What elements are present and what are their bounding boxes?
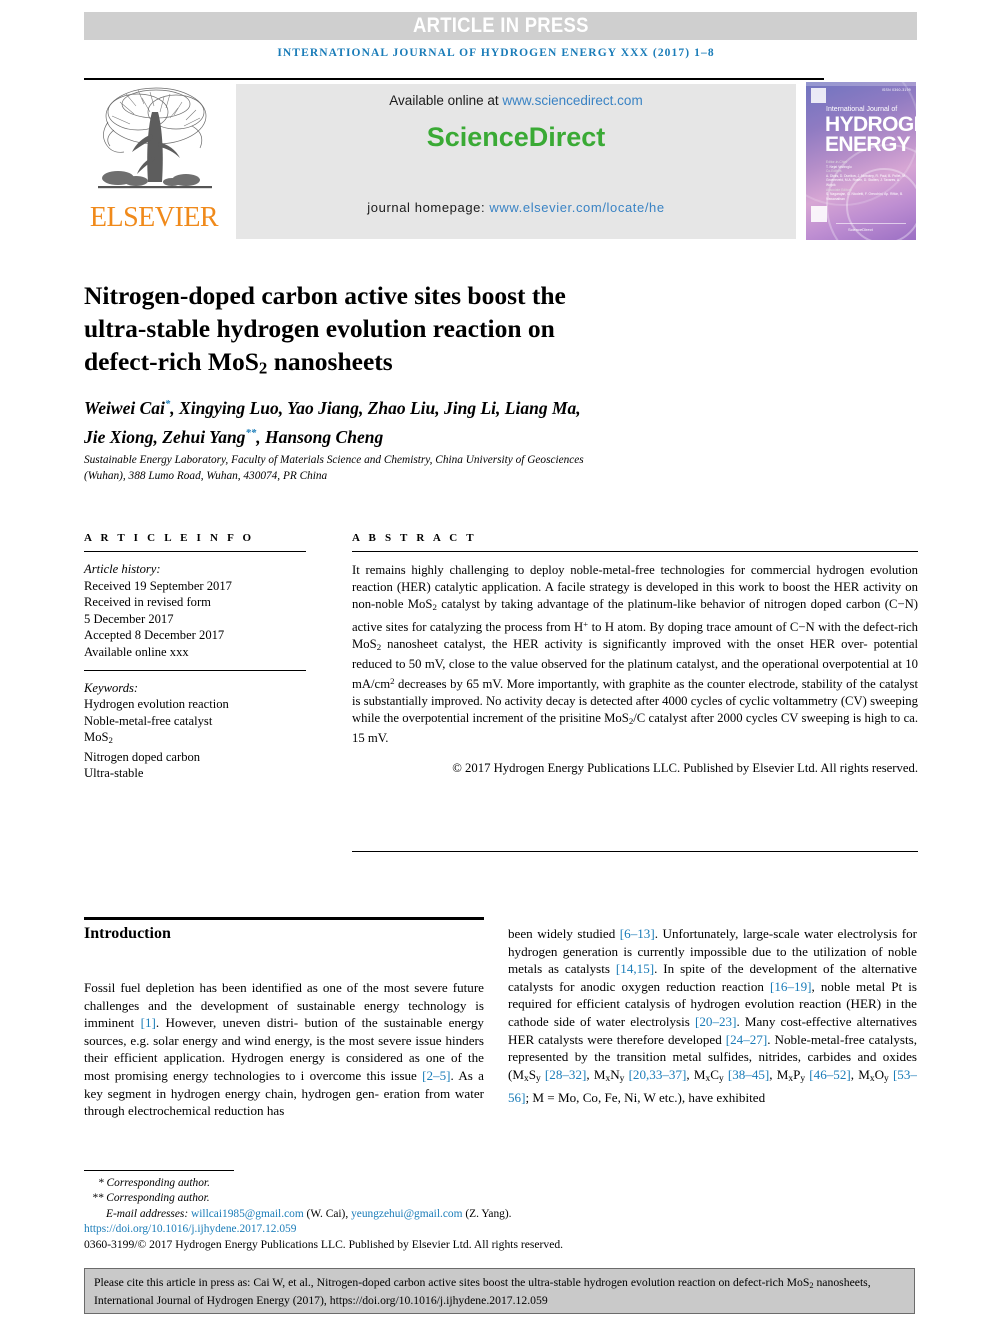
article-history-item: Received in revised form: [84, 595, 211, 610]
email-addresses-line: E-mail addresses: willcai1985@gmail.com …: [84, 1207, 704, 1222]
keyword-item: MoS2: [84, 730, 113, 746]
available-online-line: Available online at www.sciencedirect.co…: [236, 93, 796, 108]
article-history-item: 5 December 2017: [84, 611, 174, 626]
issn-copyright-line: 0360-3199/© 2017 Hydrogen Energy Publica…: [84, 1238, 564, 1252]
cover-top-bar: [806, 82, 916, 86]
cover-publisher-badge-icon: [811, 206, 827, 222]
cover-title-energy: ENERGY: [825, 133, 911, 156]
journal-running-head: INTERNATIONAL JOURNAL OF HYDROGEN ENERGY…: [277, 47, 715, 59]
corresponding-marker: **: [245, 426, 257, 439]
citation-ref[interactable]: [2–5]: [422, 1068, 450, 1083]
citation-ref[interactable]: [24–27]: [726, 1032, 767, 1047]
article-info-column: A R T I C L E I N F O Article history: R…: [84, 532, 306, 782]
abstract-rule: [352, 551, 918, 552]
keyword-subscript: 2: [108, 735, 113, 746]
author-list: Weiwei Cai*, Xingying Luo, Yao Jiang, Zh…: [84, 397, 581, 447]
cite-this-article-box: Please cite this article in press as: Ca…: [84, 1268, 915, 1314]
affiliation-line-2: (Wuhan), 388 Lumo Road, Wuhan, 430074, P…: [84, 470, 328, 482]
title-subscript: 2: [258, 358, 268, 378]
email-addresses-label: E-mail addresses:: [106, 1207, 189, 1220]
cover-journal-prefix: International Journal of: [826, 106, 898, 113]
citation-ref[interactable]: [1]: [141, 1015, 156, 1030]
article-info-rule: [84, 551, 306, 552]
corresponding-marker: *: [164, 398, 171, 410]
abstract-column: A B S T R A C T It remains highly challe…: [352, 532, 918, 777]
introduction-heading: Introduction: [84, 925, 171, 942]
introduction-right-column: been widely studied [6–13]. Unfortunatel…: [508, 926, 918, 1105]
cover-editor-label-2: Co-Editors: [826, 169, 842, 174]
email-owner-1: (W. Cai),: [306, 1207, 349, 1220]
journal-homepage-line: journal homepage: www.elsevier.com/locat…: [236, 200, 796, 215]
cover-bottom-rule: [836, 223, 906, 224]
citation-ref[interactable]: [46–52]: [809, 1067, 850, 1082]
elsevier-logo: ELSEVIER: [84, 82, 224, 242]
keywords-label: Keywords:: [84, 680, 139, 695]
keyword-item: Ultra-stable: [84, 766, 144, 781]
citation-ref[interactable]: [20,33–37]: [629, 1067, 687, 1082]
cover-editor-value-2: A. Dicks, D. Dunikov, J. Nowotny, R. Pau…: [826, 173, 906, 187]
affiliation-line-1: Sustainable Energy Laboratory, Faculty o…: [84, 454, 584, 466]
email-link-1[interactable]: willcai1985@gmail.com: [191, 1208, 304, 1220]
corresponding-author-note-1: * Corresponding author.: [98, 1177, 210, 1189]
citation-ref[interactable]: [16–19]: [770, 979, 811, 994]
sciencedirect-wordmark: ScienceDirect: [426, 122, 606, 152]
article-history-item: Accepted 8 December 2017: [84, 628, 225, 643]
elsevier-tree-icon: [90, 82, 218, 204]
doi-link[interactable]: https://doi.org/10.1016/j.ijhydene.2017.…: [84, 1222, 704, 1237]
keyword-item: Noble-metal-free catalyst: [84, 713, 213, 728]
article-info-heading: A R T I C L E I N F O: [84, 532, 255, 544]
affiliation: Sustainable Energy Laboratory, Faculty o…: [84, 452, 774, 484]
article-in-press-banner: ARTICLE IN PRESS: [84, 12, 917, 40]
cover-imprint: ScienceDirect: [848, 227, 873, 232]
keywords-block: Keywords: Hydrogen evolution reaction No…: [84, 680, 306, 783]
email-link-2[interactable]: yeungzehui@gmail.com: [351, 1208, 462, 1220]
abstract-heading: A B S T R A C T: [352, 532, 477, 544]
footnote-block: * Corresponding author. ** Corresponding…: [84, 1176, 704, 1252]
article-history-item: Received 19 September 2017: [84, 578, 232, 593]
cover-editor-label-1: Editor-in-Chief: [826, 160, 848, 164]
keywords-rule: [84, 669, 306, 671]
cite-this-article-text: Please cite this article in press as: Ca…: [94, 1276, 871, 1308]
introduction-rule: [84, 917, 484, 920]
cover-editor-value-3: S. Nagarajan, G. Nicoletti, F. Orecchini…: [826, 192, 904, 201]
elsevier-wordmark: ELSEVIER: [89, 202, 219, 233]
citation-ref[interactable]: [28–32]: [545, 1067, 586, 1082]
article-history-block: Article history: Received 19 September 2…: [84, 561, 306, 661]
citation-ref[interactable]: [14,15]: [616, 961, 654, 976]
available-online-prefix: Available online at: [389, 93, 503, 108]
article-in-press-label: ARTICLE IN PRESS: [412, 14, 589, 37]
cover-society-badge-icon: [811, 88, 826, 103]
journal-homepage-prefix: journal homepage:: [367, 200, 490, 215]
page-title: Nitrogen-doped carbon active sites boost…: [84, 281, 566, 378]
abstract-bottom-rule: [352, 851, 918, 852]
keyword-item: Nitrogen doped carbon: [84, 749, 201, 764]
article-page: ARTICLE IN PRESS INTERNATIONAL JOURNAL O…: [0, 0, 992, 1323]
cover-title-hydrogen: HYDROGEN: [825, 113, 916, 136]
masthead: ELSEVIER Available online at www.science…: [84, 80, 917, 242]
citation-ref[interactable]: [6–13]: [620, 926, 655, 941]
abstract-body: It remains highly challenging to deploy …: [352, 563, 919, 745]
sciencedirect-url-link[interactable]: www.sciencedirect.com: [502, 93, 642, 108]
corresponding-author-note-2: ** Corresponding author.: [92, 1192, 210, 1205]
cover-editors-block: Editor-in-Chief T. Nejat Veziroglu Co-Ed…: [826, 160, 910, 201]
journal-cover-thumbnail: ISSN 0360-3199 International Journal of …: [806, 82, 916, 240]
introduction-left-column: Fossil fuel depletion has been identifie…: [84, 980, 484, 1119]
citation-ref[interactable]: [20–23]: [695, 1014, 736, 1029]
sciencedirect-box: Available online at www.sciencedirect.co…: [236, 84, 796, 239]
email-owner-2: (Z. Yang).: [465, 1207, 512, 1220]
abstract-copyright: © 2017 Hydrogen Energy Publications LLC.…: [452, 760, 918, 775]
cover-issn: ISSN 0360-3199: [881, 88, 911, 92]
citation-ref[interactable]: [38–45]: [728, 1067, 769, 1082]
cover-editor-label-3: Associate Editors: [826, 187, 852, 192]
keyword-item: Hydrogen evolution reaction: [84, 697, 229, 712]
article-history-item: Available online xxx: [84, 644, 189, 659]
article-history-label: Article history:: [84, 562, 161, 576]
footnote-rule: [84, 1170, 234, 1171]
journal-homepage-link[interactable]: www.elsevier.com/locate/he: [489, 200, 664, 215]
